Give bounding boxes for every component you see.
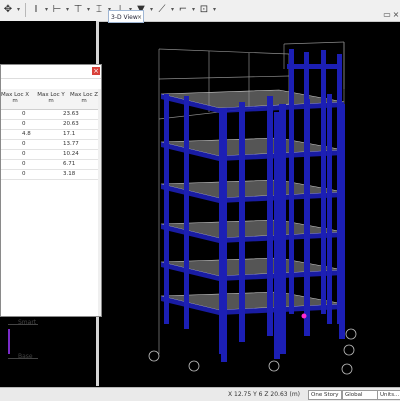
table-row[interactable]: 0 13.77: [1, 140, 101, 150]
table-row[interactable]: 4.8 17.1: [1, 130, 101, 140]
tower-column: [289, 49, 294, 314]
column: [221, 108, 227, 362]
chevron-down-icon[interactable]: ▾: [86, 4, 91, 16]
tab-3d-view-label: 3-D View: [111, 14, 138, 21]
snap-icon[interactable]: ⊤: [72, 4, 84, 16]
section-cut-icon[interactable]: ⌶: [93, 4, 105, 16]
chevron-down-icon[interactable]: ▾: [149, 4, 154, 16]
column: [164, 94, 169, 324]
column: [274, 112, 280, 359]
status-bar: X 12.75 Y 6 Z 20.63 (m) One Story Global…: [0, 387, 400, 401]
dialog-scrollbar[interactable]: [98, 89, 101, 316]
table-row[interactable]: 0 10.24: [1, 150, 101, 160]
dialog-title-bar[interactable]: ×: [1, 65, 101, 79]
assign-icon[interactable]: ⊡: [198, 4, 210, 16]
close-icon[interactable]: ×: [92, 67, 100, 75]
tower-column: [321, 50, 326, 314]
column: [184, 96, 189, 329]
chevron-down-icon[interactable]: ▾: [16, 4, 21, 16]
chevron-down-icon[interactable]: ▾: [170, 4, 175, 16]
line-tool-icon[interactable]: ⊢: [51, 4, 63, 16]
tower-column: [337, 54, 342, 324]
col-header-max-loc-x[interactable]: Max Loc X m: [0, 92, 31, 104]
legend-label-top: Smart: [18, 319, 37, 326]
restore-icon[interactable]: ▭: [383, 11, 391, 19]
grid-bubble: [341, 363, 353, 375]
building-model-3d[interactable]: [99, 24, 400, 387]
chevron-down-icon[interactable]: ▾: [212, 4, 217, 16]
support-marker: [301, 313, 307, 319]
legend-marker: [8, 329, 10, 354]
col-header-max-loc-y[interactable]: Max Loc Y m: [35, 92, 67, 104]
grid-bubble: [343, 344, 355, 356]
units-button[interactable]: Units...: [377, 390, 400, 400]
table-header: Max Loc X m Max Loc Y m Max Loc Z m: [1, 89, 101, 110]
column: [239, 102, 245, 342]
grid-line: [158, 48, 290, 55]
pan-icon[interactable]: ✥: [2, 4, 14, 16]
table-row[interactable]: 0 23.63: [1, 110, 101, 120]
table-body-empty: [1, 181, 101, 316]
column: [267, 96, 273, 336]
grid-line: [158, 75, 290, 80]
tower-column: [304, 52, 309, 324]
main-toolbar: ✥ ▾ I ▾ ⊢ ▾ ⊤ ▾ ⌶ ▾ ⊥ ▾ ▼ ▾ ⟋ ▾ ⌐ ▾ ⊡ ▾: [0, 0, 400, 22]
grid-bubble: [268, 360, 280, 372]
column: [327, 94, 332, 324]
coordinate-system-select[interactable]: Global: [342, 390, 378, 400]
table-row[interactable]: 0 3.18: [1, 170, 101, 180]
grid-line: [283, 41, 345, 45]
select-icon[interactable]: ⌐: [177, 4, 189, 16]
chevron-down-icon[interactable]: ▾: [44, 4, 49, 16]
close-icon[interactable]: ×: [392, 11, 400, 19]
table-row[interactable]: 0 6.71: [1, 160, 101, 170]
story-response-dialog: × Max Loc X m Max Loc Y m Max Loc Z m 0 …: [0, 64, 102, 317]
cursor-coordinates: X 12.75 Y 6 Z 20.63 (m): [228, 391, 301, 398]
tab-3d-view[interactable]: 3-D View ×: [108, 10, 144, 23]
grid-bubble: [345, 328, 357, 340]
story-select[interactable]: One Story: [308, 390, 342, 400]
table-row[interactable]: 0 20.63: [1, 120, 101, 130]
legend-label-bottom: Base: [18, 353, 33, 360]
chevron-down-icon[interactable]: ▾: [191, 4, 196, 16]
3d-view-canvas[interactable]: [99, 24, 400, 387]
chevron-down-icon[interactable]: ▾: [65, 4, 70, 16]
grid-bubble: [188, 360, 200, 372]
toolbar-separator: [25, 3, 26, 17]
col-header-max-loc-z[interactable]: Max Loc Z m: [67, 92, 101, 104]
tower-beam: [287, 64, 342, 69]
column: [279, 104, 286, 354]
close-icon[interactable]: ×: [137, 11, 142, 24]
draw-line-icon[interactable]: ⟋: [156, 4, 168, 16]
grid-bubble: [148, 350, 160, 362]
text-cursor-icon[interactable]: I: [30, 4, 42, 16]
